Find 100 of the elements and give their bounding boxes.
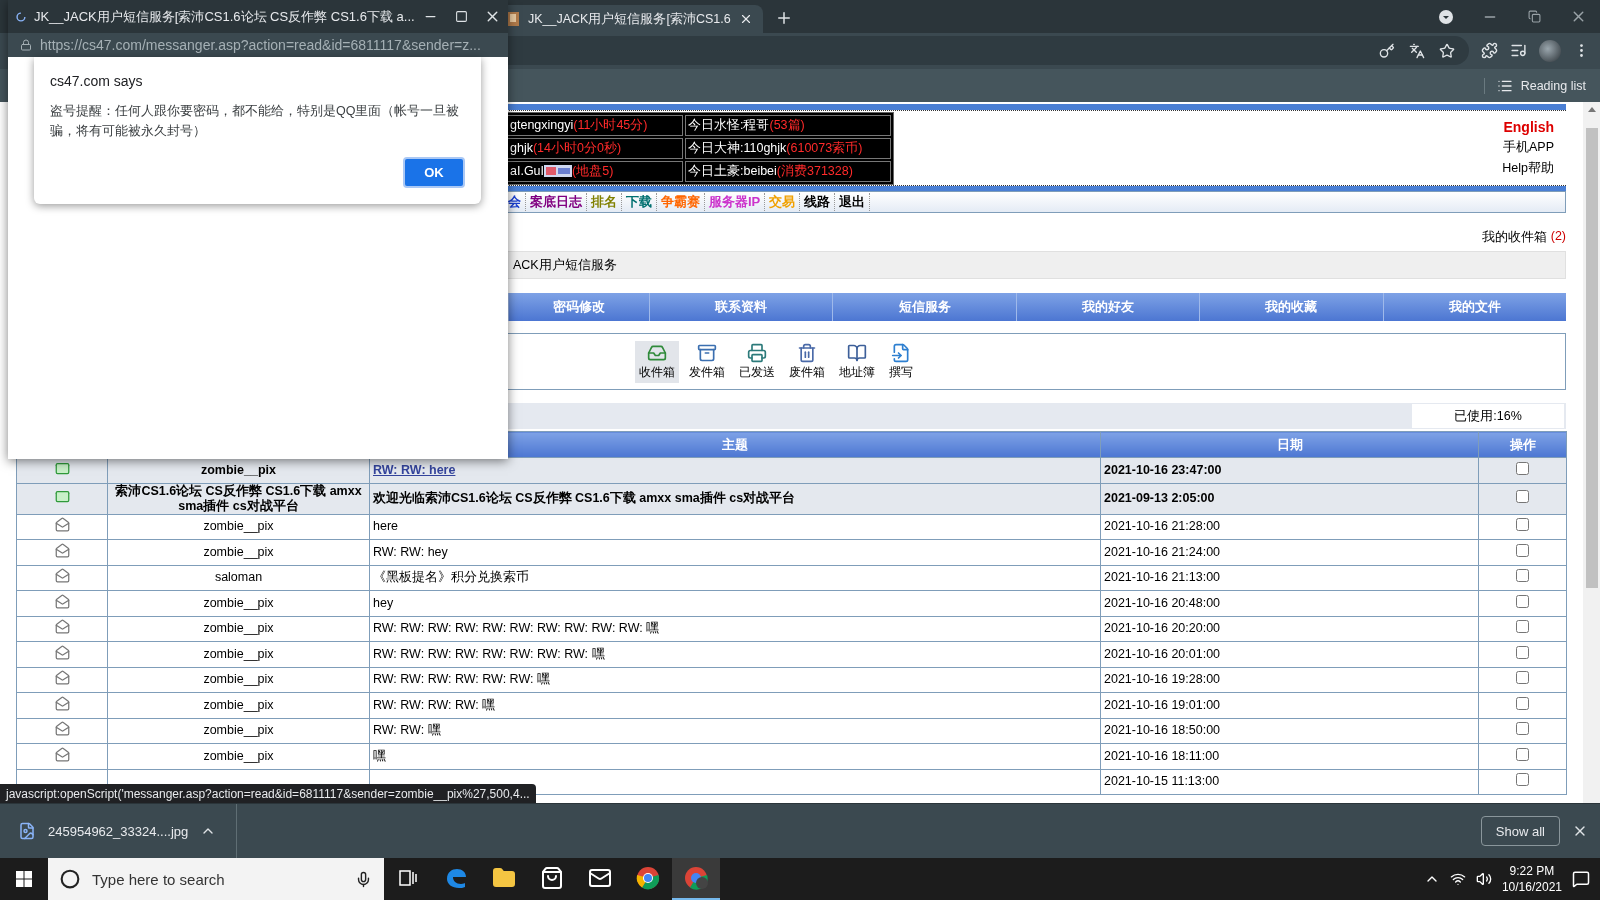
maximize-icon[interactable] [454, 10, 468, 23]
notification-icon[interactable] [1572, 870, 1590, 888]
column-header: 日期 [1100, 431, 1479, 458]
nav-link[interactable]: 排名 [587, 193, 622, 211]
status-bar: javascript:openScript('messanger.asp?action=read&id=6811117&sender=zombie__pix%27,500,4... [0, 784, 536, 803]
subject-link[interactable]: RW: RW: RW: RW: RW: RW: 嘿 [373, 672, 550, 687]
url-text: https://cs47.com/messanger.asp?action=read&id=6811117&sender=z... [40, 37, 481, 53]
task-view-icon [399, 870, 417, 886]
date-cell: 2021-10-16 18:11:00 [1104, 748, 1220, 764]
media-list-icon[interactable] [1510, 42, 1527, 59]
subject-link[interactable]: RW: RW: hey [373, 544, 448, 559]
header-link[interactable]: English [1503, 119, 1554, 135]
date-cell: 2021-10-16 19:01:00 [1104, 697, 1221, 713]
folder-button[interactable]: 撰写 [885, 340, 917, 383]
translate-icon[interactable] [1409, 42, 1425, 59]
subject-link[interactable]: 嘿 [373, 748, 386, 763]
search-bar[interactable]: Type here to search [48, 858, 384, 900]
trash-icon [797, 342, 817, 363]
avatar-icon[interactable] [1539, 39, 1561, 62]
subject-link[interactable]: hey [373, 595, 394, 610]
stat-text: 今日土豪:beibei [688, 162, 777, 180]
network-icon[interactable] [1449, 871, 1466, 887]
loading-icon [16, 9, 26, 24]
sender-cell: zombie__pix [203, 544, 274, 560]
restore-icon[interactable] [1527, 10, 1541, 23]
usage-text: 已使用:16% [1412, 404, 1564, 428]
row-checkbox[interactable] [1516, 490, 1529, 503]
stat-note: (11小时45分) [573, 116, 648, 134]
download-item[interactable]: 245954962_33324....jpg [48, 823, 189, 839]
date-cell: 2021-10-15 11:13:00 [1104, 774, 1220, 790]
document-icon [891, 342, 911, 363]
nav-link[interactable]: 线路 [800, 193, 836, 211]
subject-link[interactable]: RW: RW: here [373, 462, 456, 477]
dialog-title: cs47.com says [50, 73, 144, 89]
subject-link[interactable]: RW: RW: 嘿 [373, 723, 441, 738]
search-icon [60, 869, 80, 889]
sender-cell: zombie__pix [203, 697, 274, 713]
subject-link[interactable]: RW: RW: RW: RW: RW: RW: RW: RW: 嘿 [373, 646, 605, 661]
stat-note: (610073索币) [786, 139, 863, 157]
date-cell: 2021-10-16 20:48:00 [1104, 595, 1221, 611]
sender-cell: zombie__pix [203, 646, 274, 662]
volume-icon[interactable] [1475, 871, 1492, 887]
search-field[interactable]: Type here to search [90, 869, 345, 889]
nav-link[interactable]: 服务器IP [705, 193, 766, 211]
folder-button[interactable]: 废件箱 [785, 340, 829, 383]
microphone-icon[interactable] [355, 870, 372, 888]
row-checkbox[interactable] [1516, 722, 1529, 736]
inbox-link[interactable]: 我的收件箱 [1481, 229, 1547, 246]
star-icon[interactable] [1439, 42, 1455, 59]
row-checkbox[interactable] [1516, 594, 1529, 608]
row-checkbox[interactable] [1516, 747, 1529, 761]
header-link[interactable]: Help帮助 [1502, 160, 1554, 177]
folder-button[interactable]: 发件箱 [685, 340, 729, 383]
dialog-message: 盗号提醒：任何人跟你要密码，都不能给，特别是QQ里面（帐号一旦被骗，将有可能被永久封号） [50, 103, 461, 140]
sender-cell: zombie__pix [203, 595, 274, 611]
subject-link[interactable]: RW: RW: RW: RW: 嘿 [373, 697, 496, 712]
tray-icon [697, 342, 717, 363]
subject-link[interactable]: here [373, 519, 399, 534]
row-checkbox[interactable] [1516, 461, 1529, 475]
clock[interactable]: 9:22 PM 10/16/2021 [1501, 863, 1562, 895]
folder-button[interactable]: 收件箱 [635, 340, 679, 383]
stat-note: (消费371328) [776, 162, 853, 180]
edge-icon [444, 866, 468, 890]
subject-link[interactable]: 《黑板提名》积分兑换索币 [373, 570, 529, 585]
row-checkbox[interactable] [1516, 569, 1529, 583]
row-checkbox[interactable] [1516, 518, 1529, 532]
nav-link[interactable]: 案底日志 [526, 193, 587, 211]
mail-icon [588, 866, 612, 890]
windows-logo-icon [16, 871, 32, 887]
extensions-icon[interactable] [1481, 42, 1498, 59]
date-cell: 2021-10-16 21:24:00 [1104, 544, 1221, 560]
sender-cell: zombie__pix [203, 723, 274, 739]
sender-cell: saloman [214, 570, 263, 586]
folder-button[interactable]: 地址簿 [835, 340, 879, 383]
nav-link[interactable]: 下载 [622, 193, 657, 211]
tab-title: JK__JACK用户短信服务[索沛CS1.6 [528, 10, 731, 28]
row-checkbox[interactable] [1516, 543, 1529, 557]
key-icon[interactable] [1379, 42, 1395, 59]
stat-text: aI.GuI [510, 164, 545, 178]
row-checkbox[interactable] [1516, 645, 1529, 659]
folder-icon [492, 866, 516, 890]
stat-text: 今日大神:110ghjk [688, 139, 787, 157]
scrollbar[interactable] [1583, 102, 1600, 803]
ok-button[interactable]: OK [403, 157, 465, 188]
row-checkbox[interactable] [1516, 671, 1529, 685]
stat-note: (53篇) [769, 116, 805, 134]
window-title: JK__JACK用户短信服务[索沛CS1.6论坛 CS反作弊 CS1.6下载 a... [33, 7, 415, 26]
tab-search-icon[interactable] [1438, 8, 1454, 25]
row-checkbox[interactable] [1516, 696, 1529, 710]
chrome-icon [636, 866, 660, 890]
nav-link[interactable]: 退出 [835, 193, 871, 211]
show-all-button[interactable]: Show all [1480, 816, 1560, 846]
header-link[interactable]: 手机APP [1503, 139, 1554, 156]
page-title: ACK用户短信服务 [513, 256, 617, 274]
row-checkbox[interactable] [1516, 620, 1529, 634]
date-cell: 2021-10-16 20:20:00 [1104, 621, 1221, 637]
sender-cell: zombie__pix [203, 621, 274, 637]
reading-list-button[interactable]: Reading list [1483, 77, 1586, 94]
row-checkbox[interactable] [1516, 773, 1529, 787]
folder-button[interactable]: 已发送 [735, 340, 779, 383]
